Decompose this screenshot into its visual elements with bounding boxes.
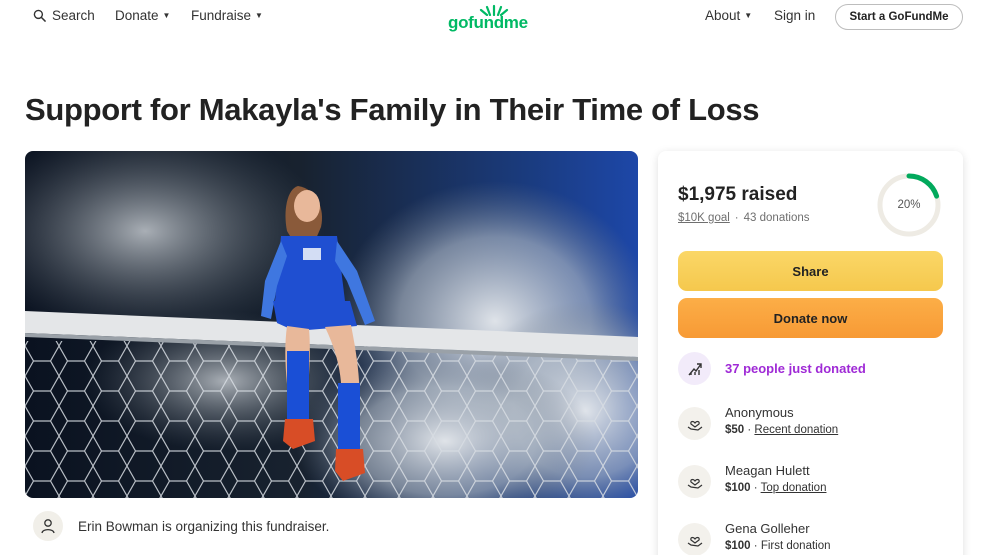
amount-raised: $1,975 raised — [678, 184, 798, 205]
donor-item: Meagan Hulett $100 · Top donation — [678, 463, 826, 498]
donor-item: Anonymous $50 · Recent donation — [678, 405, 838, 440]
donate-now-button[interactable]: Donate now — [678, 298, 943, 338]
about-menu-label: About — [705, 8, 741, 23]
search-link[interactable]: Search — [33, 8, 95, 23]
start-gofundme-button[interactable]: Start a GoFundMe — [835, 4, 963, 30]
donor-amount: $50 — [725, 424, 745, 436]
heart-hand-icon — [678, 407, 711, 440]
recent-activity[interactable]: 37 people just donated — [678, 352, 866, 385]
fundraise-menu-label: Fundraise — [191, 8, 252, 23]
progress-ring: 20% — [875, 171, 943, 239]
chevron-down-icon: ▼ — [162, 11, 171, 20]
donor-name: Gena Golleher — [725, 521, 810, 536]
donor-name: Anonymous — [725, 405, 794, 420]
recent-activity-text: 37 people just donated — [725, 361, 866, 376]
top-navigation: Search Donate ▼ Fundraise ▼ gofundme Abo… — [0, 0, 986, 36]
organizer-text: Erin Bowman is organizing this fundraise… — [78, 518, 330, 534]
logo-text: gofundme — [448, 13, 528, 32]
sign-in-link[interactable]: Sign in — [774, 8, 815, 23]
donor-amount: $100 — [725, 482, 751, 494]
donor-tag[interactable]: Recent donation — [754, 424, 838, 436]
gofundme-logo[interactable]: gofundme — [448, 4, 540, 34]
organizer-row: Erin Bowman is organizing this fundraise… — [33, 511, 329, 541]
campaign-photo[interactable] — [25, 151, 638, 498]
donation-card: $1,975 raised $10K goal · 43 donations 2… — [658, 151, 963, 555]
donor-tag[interactable]: Top donation — [761, 482, 827, 494]
page-title: Support for Makayla's Family in Their Ti… — [25, 92, 760, 127]
progress-percent: 20% — [897, 199, 921, 211]
donor-amount: $100 — [725, 540, 751, 552]
goal-meta: $10K goal · 43 donations — [678, 212, 810, 224]
fundraise-menu[interactable]: Fundraise ▼ — [191, 8, 263, 23]
search-label: Search — [52, 8, 95, 23]
donor-name: Meagan Hulett — [725, 463, 810, 478]
trending-up-icon — [678, 352, 711, 385]
heart-hand-icon — [678, 465, 711, 498]
donate-menu[interactable]: Donate ▼ — [115, 8, 170, 23]
separator-dot: · — [734, 212, 739, 224]
search-icon — [33, 9, 46, 22]
donation-count: 43 donations — [743, 212, 810, 224]
share-button[interactable]: Share — [678, 251, 943, 291]
soccer-player-photo — [25, 151, 638, 498]
donor-item: Gena Golleher $100 · First donation — [678, 521, 831, 555]
chevron-down-icon: ▼ — [744, 11, 753, 20]
goal-link[interactable]: $10K goal — [678, 212, 730, 224]
heart-hand-icon — [678, 523, 711, 555]
about-menu[interactable]: About ▼ — [705, 8, 752, 23]
user-icon — [33, 511, 63, 541]
donate-menu-label: Donate — [115, 8, 159, 23]
chevron-down-icon: ▼ — [255, 11, 263, 20]
donor-tag: First donation — [760, 540, 831, 552]
